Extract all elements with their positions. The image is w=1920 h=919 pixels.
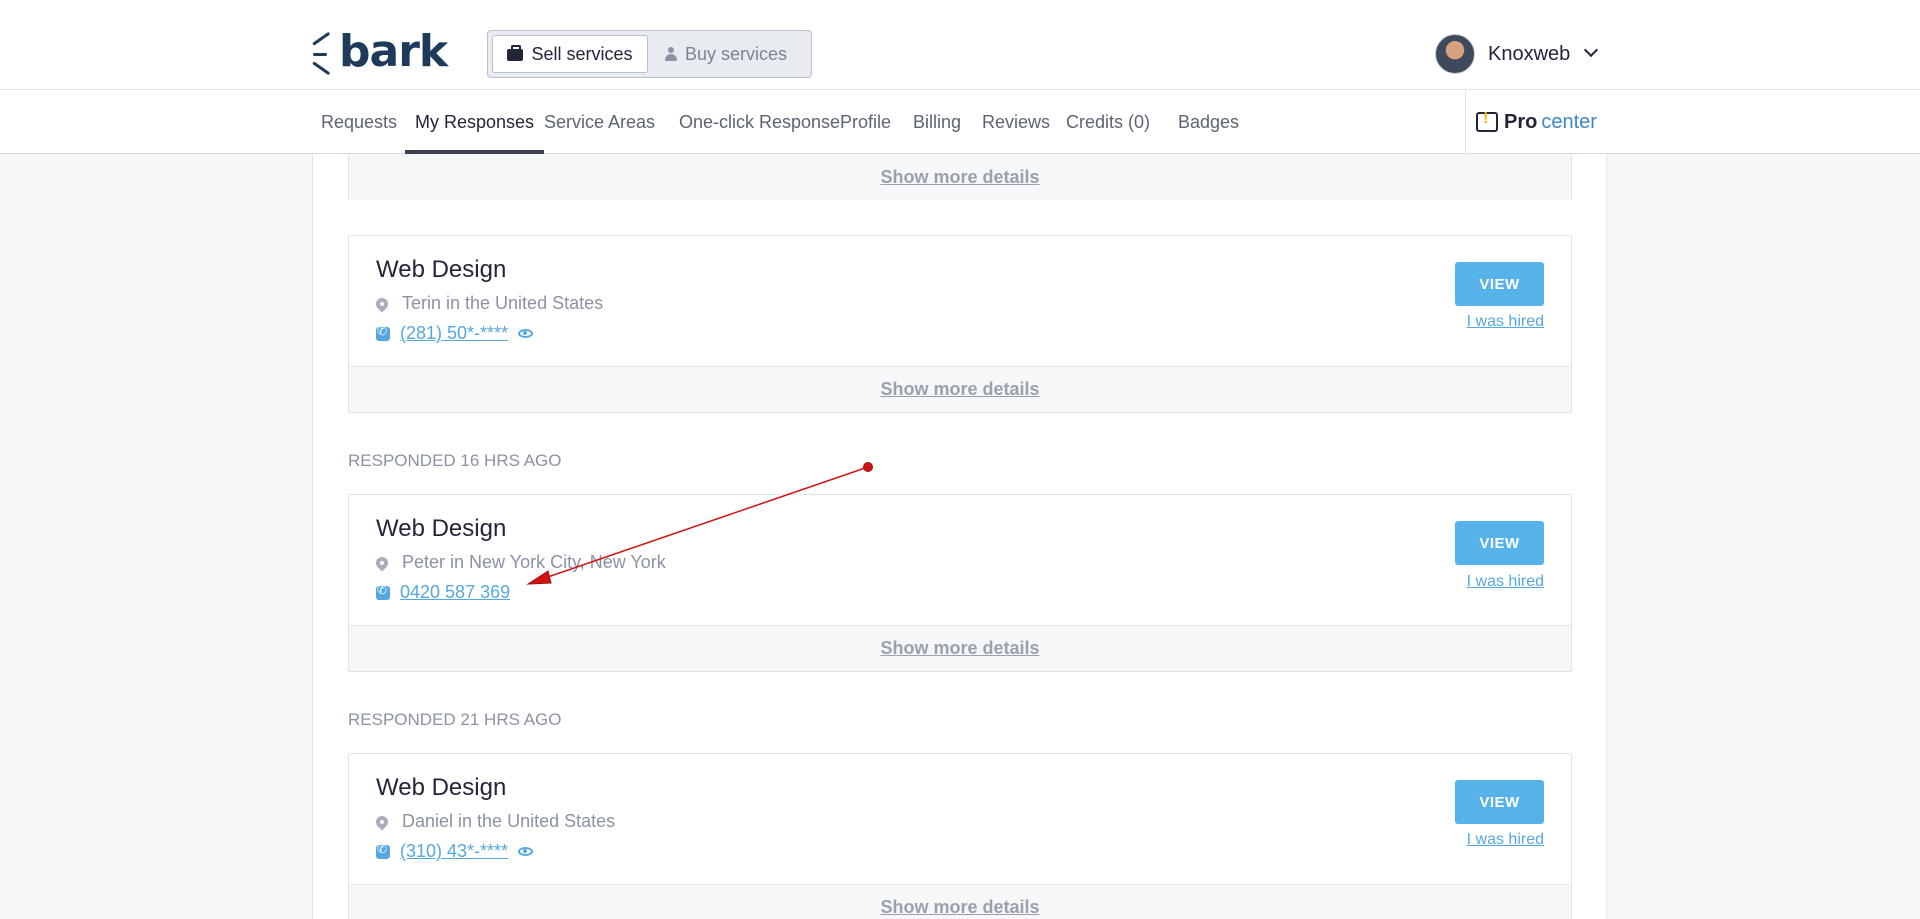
location-pin-icon (373, 813, 391, 830)
phone-icon (376, 842, 390, 859)
response-card: Web Design Peter in New York City, New Y… (348, 494, 1572, 672)
view-button[interactable]: VIEW (1455, 780, 1544, 824)
section-label: RESPONDED 16 HRS AGO (348, 451, 562, 470)
nav-requests[interactable]: Requests (311, 90, 407, 154)
card-phone: (281) 50*-**** (376, 323, 534, 344)
i-was-hired-link[interactable]: I was hired (1467, 831, 1544, 849)
show-more-details-link[interactable]: Show more details (349, 366, 1571, 412)
user-name[interactable]: Knoxweb (1488, 43, 1570, 66)
show-more-details-link[interactable]: Show more details (349, 884, 1571, 919)
phone-link[interactable]: (281) 50*-**** (400, 323, 508, 344)
avatar[interactable] (1435, 34, 1475, 74)
card-location: Peter in New York City, New York (373, 552, 666, 573)
response-card-partial: Show more details (348, 154, 1572, 200)
show-more-details-link[interactable]: Show more details (349, 625, 1571, 671)
briefcase-icon (507, 45, 524, 61)
phone-icon (376, 583, 390, 600)
buy-services-button[interactable]: Buy services (648, 35, 804, 73)
nav-one-click-response[interactable]: One-click Response (669, 90, 850, 154)
i-was-hired-link[interactable]: I was hired (1467, 313, 1544, 331)
response-card: Web Design Terin in the United States (2… (348, 235, 1572, 413)
person-icon (664, 47, 677, 61)
buy-services-label: Buy services (684, 43, 788, 64)
card-title: Web Design (376, 774, 507, 801)
location-pin-icon (373, 554, 391, 571)
phone-link[interactable]: 0420 587 369 (400, 582, 510, 603)
top-header: bark Sell services Buy services Knoxweb (0, 0, 1920, 90)
nav-profile[interactable]: Profile (830, 90, 901, 154)
location-text: Daniel in the United States (402, 811, 616, 831)
card-title: Web Design (376, 256, 507, 283)
location-text: Terin in the United States (402, 293, 604, 313)
bark-logo[interactable]: bark (311, 26, 448, 77)
sell-services-button[interactable]: Sell services (492, 35, 648, 73)
section-label: RESPONDED 21 HRS AGO (348, 710, 562, 729)
nav-billing[interactable]: Billing (903, 90, 971, 154)
response-card: Web Design Daniel in the United States (… (348, 753, 1572, 919)
phone-link[interactable]: (310) 43*-**** (400, 841, 508, 862)
card-location: Terin in the United States (373, 293, 604, 314)
pro-center-link[interactable]: Pro center (1465, 90, 1607, 154)
nav-credits[interactable]: Credits (0) (1056, 90, 1160, 154)
phone-icon (376, 324, 390, 341)
i-was-hired-link[interactable]: I was hired (1467, 573, 1544, 591)
eye-icon[interactable] (518, 847, 534, 856)
pro-center-text: center (1541, 110, 1597, 133)
eye-icon[interactable] (518, 329, 534, 338)
user-menu[interactable]: Knoxweb (1435, 33, 1599, 75)
nav-reviews[interactable]: Reviews (972, 90, 1060, 154)
nav-my-responses[interactable]: My Responses (405, 90, 545, 154)
sell-services-label: Sell services (531, 43, 633, 64)
card-phone: (310) 43*-**** (376, 841, 534, 862)
view-button[interactable]: VIEW (1455, 521, 1544, 565)
location-pin-icon (373, 295, 391, 312)
card-phone: 0420 587 369 (376, 582, 510, 603)
card-title: Web Design (376, 515, 507, 542)
nav-badges[interactable]: Badges (1168, 90, 1249, 154)
pro-center-bold: Pro (1504, 110, 1538, 133)
nav-service-areas[interactable]: Service Areas (534, 90, 665, 154)
role-switcher: Sell services Buy services (487, 30, 812, 78)
show-more-details-link[interactable]: Show more details (349, 154, 1571, 200)
location-text: Peter in New York City, New York (402, 552, 666, 572)
bark-logo-mark-icon (311, 31, 337, 76)
main-nav: Requests My Responses Service Areas One-… (0, 90, 1920, 154)
chevron-down-icon[interactable] (1584, 42, 1599, 58)
card-location: Daniel in the United States (373, 811, 616, 832)
view-button[interactable]: VIEW (1455, 262, 1544, 306)
pro-center-icon (1476, 110, 1499, 132)
logo-text: bark (339, 26, 448, 77)
